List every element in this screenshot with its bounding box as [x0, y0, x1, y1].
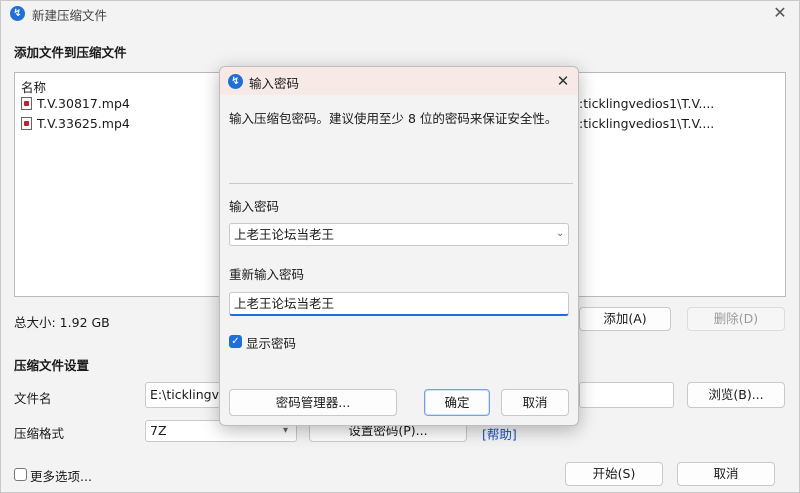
- show-password-label[interactable]: 显示密码: [246, 333, 296, 352]
- filename-label: 文件名: [14, 391, 52, 406]
- filename-input[interactable]: E:\ticklingve: [145, 382, 221, 408]
- cancel-button[interactable]: 取消: [677, 462, 775, 486]
- video-file-icon: [21, 117, 32, 130]
- help-link[interactable]: [帮助]: [482, 424, 517, 443]
- format-label: 压缩格式: [14, 426, 65, 441]
- close-icon[interactable]: ✕: [554, 71, 572, 91]
- password-label: 输入密码: [229, 199, 280, 214]
- window-title: 新建压缩文件: [32, 8, 108, 23]
- app-logo-icon: ↯: [228, 74, 243, 89]
- dialog-cancel-button[interactable]: 取消: [501, 389, 569, 416]
- file-path: :ticklingvedios1\T.V....: [579, 96, 715, 111]
- reenter-password-label: 重新输入密码: [229, 267, 305, 282]
- chevron-down-icon[interactable]: ⌄: [556, 228, 564, 239]
- add-button[interactable]: 添加(A): [579, 307, 671, 331]
- divider: [229, 183, 573, 184]
- archive-settings-heading: 压缩文件设置: [14, 358, 90, 373]
- window-titlebar: ↯ 新建压缩文件 ✕: [1, 1, 799, 27]
- file-name: T.V.33625.mp4: [37, 116, 130, 131]
- password-dialog: ↯ 输入密码 ✕ 输入压缩包密码。建议使用至少 8 位的密码来保证安全性。 输入…: [219, 66, 579, 426]
- more-options-checkbox[interactable]: [14, 468, 27, 481]
- reenter-password-input[interactable]: 上老王论坛当老王: [229, 292, 569, 316]
- show-password-checkbox[interactable]: ✓: [229, 335, 242, 348]
- add-files-heading: 添加文件到压缩文件: [14, 45, 127, 60]
- video-file-icon: [21, 97, 32, 110]
- app-logo-icon: ↯: [10, 6, 25, 21]
- close-icon[interactable]: ✕: [771, 3, 789, 23]
- total-size: 总大小: 1.92 GB: [14, 315, 110, 330]
- dialog-title: 输入密码: [249, 76, 300, 91]
- file-name: T.V.30817.mp4: [37, 96, 130, 111]
- file-path: :ticklingvedios1\T.V....: [579, 116, 715, 131]
- dialog-description: 输入压缩包密码。建议使用至少 8 位的密码来保证安全性。: [229, 111, 558, 126]
- column-header-name[interactable]: 名称: [21, 77, 46, 96]
- start-button[interactable]: 开始(S): [565, 462, 663, 486]
- chevron-down-icon[interactable]: ▾: [283, 425, 288, 436]
- filename-input-tail[interactable]: [579, 382, 674, 408]
- dialog-titlebar: ↯ 输入密码 ✕: [220, 67, 578, 95]
- delete-button[interactable]: 删除(D): [687, 307, 785, 331]
- password-input[interactable]: 上老王论坛当老王: [229, 223, 569, 246]
- browse-button[interactable]: 浏览(B)...: [687, 382, 785, 408]
- password-manager-button[interactable]: 密码管理器...: [229, 389, 397, 416]
- more-options-label[interactable]: 更多选项...: [30, 466, 92, 485]
- ok-button[interactable]: 确定: [424, 389, 490, 416]
